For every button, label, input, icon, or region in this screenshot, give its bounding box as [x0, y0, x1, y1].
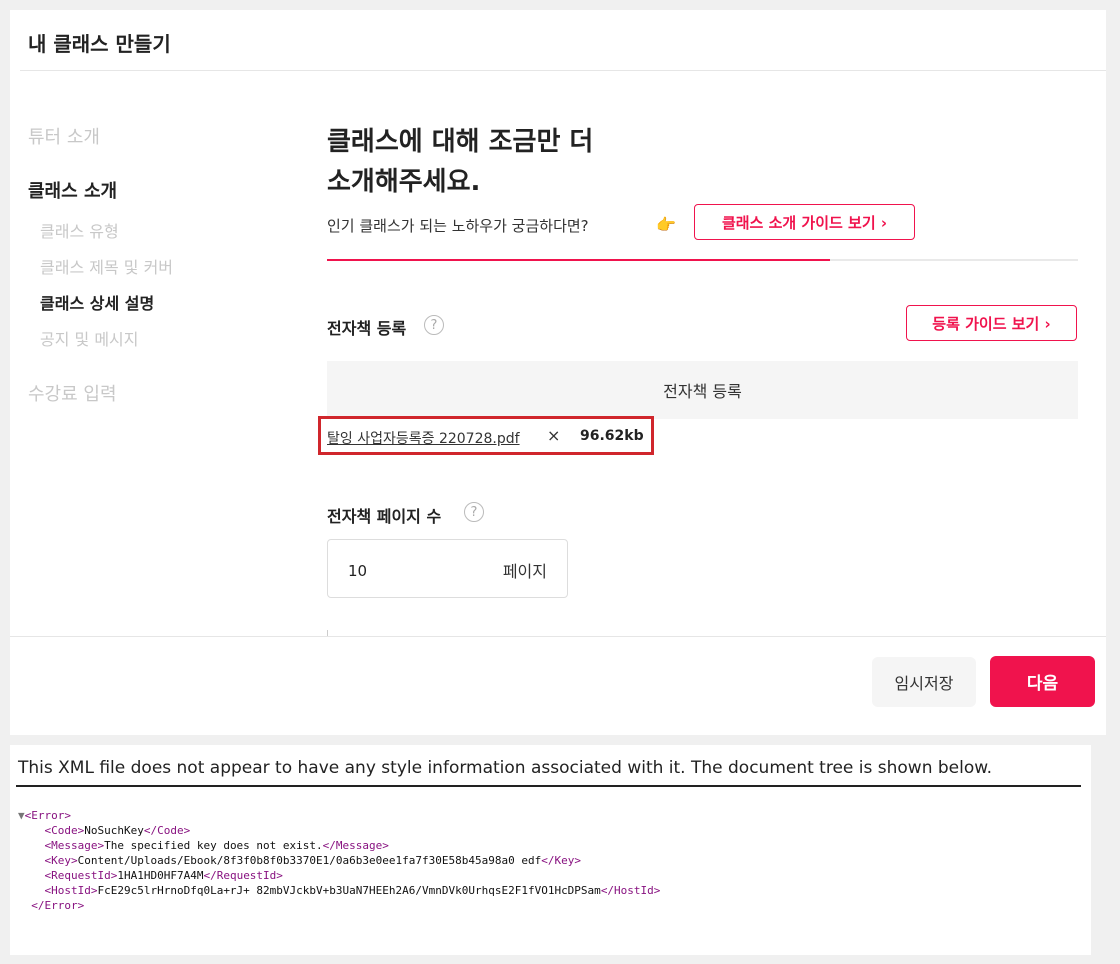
ebook-help-icon[interactable]: ? — [424, 315, 444, 335]
sidebar-item-class-intro[interactable]: 클래스 소개 — [28, 177, 117, 203]
class-intro-guide-button[interactable]: 클래스 소개 가이드 보기 › — [694, 204, 915, 240]
sidebar-item-notice-message[interactable]: 공지 및 메시지 — [40, 326, 139, 350]
page-count-unit: 페이지 — [502, 562, 547, 581]
xml-key-close: </Key> — [541, 854, 581, 867]
xml-code-value: NoSuchKey — [84, 824, 144, 837]
xml-message-open: <Message> — [44, 839, 105, 852]
guide-prompt-text: 인기 클래스가 되는 노하우가 궁금하다면? — [327, 217, 589, 235]
section-title-line2: 소개해주세요. — [327, 167, 481, 197]
page-title: 내 클래스 만들기 — [28, 32, 171, 56]
pointing-hand-icon: 👉 — [656, 215, 676, 234]
ebook-label: 전자책 등록 — [327, 319, 407, 338]
class-builder-panel: 내 클래스 만들기 튜터 소개 클래스 소개 클래스 유형 클래스 제목 및 커… — [10, 10, 1106, 735]
page-count-input[interactable]: 10 페이지 — [327, 539, 568, 598]
xml-message-value: The specified key does not exist. — [104, 839, 323, 852]
uploaded-file-name[interactable]: 탈잉 사업자등록증 220728.pdf — [327, 428, 520, 448]
uploaded-file-size: 96.62kb — [580, 428, 644, 444]
xml-document-tree: ▼<Error> <Code>NoSuchKey</Code> <Message… — [18, 808, 660, 913]
footer-divider — [10, 636, 1106, 637]
xml-message-close: </Message> — [322, 839, 389, 852]
xml-key-open: <Key> — [44, 854, 78, 867]
xml-host-close: </HostId> — [600, 884, 661, 897]
xml-request-value: 1HA1HD0HF7A4M — [117, 869, 204, 882]
xml-error-close-tag: </Error> — [31, 899, 85, 912]
xml-host-value: FcE29c5lrHrnoDfq0La+rJ+ 82mbVJckbV+b3UaN… — [97, 884, 601, 897]
xml-style-notice: This XML file does not appear to have an… — [18, 758, 993, 778]
xml-error-viewer: This XML file does not appear to have an… — [10, 745, 1091, 955]
xml-code-close: </Code> — [143, 824, 191, 837]
collapse-toggle-icon[interactable]: ▼ — [18, 809, 25, 822]
section-title: 클래스에 대해 조금만 더 소개해주세요. — [327, 122, 593, 202]
xml-key-value: Content/Uploads/Ebook/8f3f0b8f0b3370E1/0… — [77, 854, 542, 867]
xml-code-open: <Code> — [44, 824, 85, 837]
page-count-label: 전자책 페이지 수 — [327, 507, 442, 526]
xml-request-close: </RequestId> — [203, 869, 283, 882]
remove-file-icon[interactable]: × — [547, 426, 560, 445]
page-count-help-icon[interactable]: ? — [464, 502, 484, 522]
sidebar-item-class-type[interactable]: 클래스 유형 — [40, 218, 119, 242]
xml-notice-divider — [16, 785, 1081, 787]
section-title-line1: 클래스에 대해 조금만 더 — [327, 127, 594, 157]
sidebar-item-tutor-intro[interactable]: 튜터 소개 — [28, 123, 100, 149]
progress-bar — [327, 259, 1078, 261]
xml-request-open: <RequestId> — [44, 869, 118, 882]
page-count-value[interactable]: 10 — [348, 562, 367, 580]
sidebar-item-detail-description[interactable]: 클래스 상세 설명 — [40, 290, 154, 314]
next-button[interactable]: 다음 — [990, 656, 1095, 707]
xml-host-open: <HostId> — [44, 884, 98, 897]
header-divider — [20, 70, 1106, 71]
xml-error-open-tag: <Error> — [24, 809, 71, 822]
ebook-upload-button[interactable]: 전자책 등록 — [327, 361, 1078, 419]
registration-guide-button[interactable]: 등록 가이드 보기 › — [906, 305, 1077, 341]
progress-bar-fill — [327, 259, 831, 261]
sidebar-item-title-cover[interactable]: 클래스 제목 및 커버 — [40, 254, 173, 278]
sidebar-item-tuition[interactable]: 수강료 입력 — [28, 380, 117, 406]
temp-save-button[interactable]: 임시저장 — [872, 657, 976, 707]
